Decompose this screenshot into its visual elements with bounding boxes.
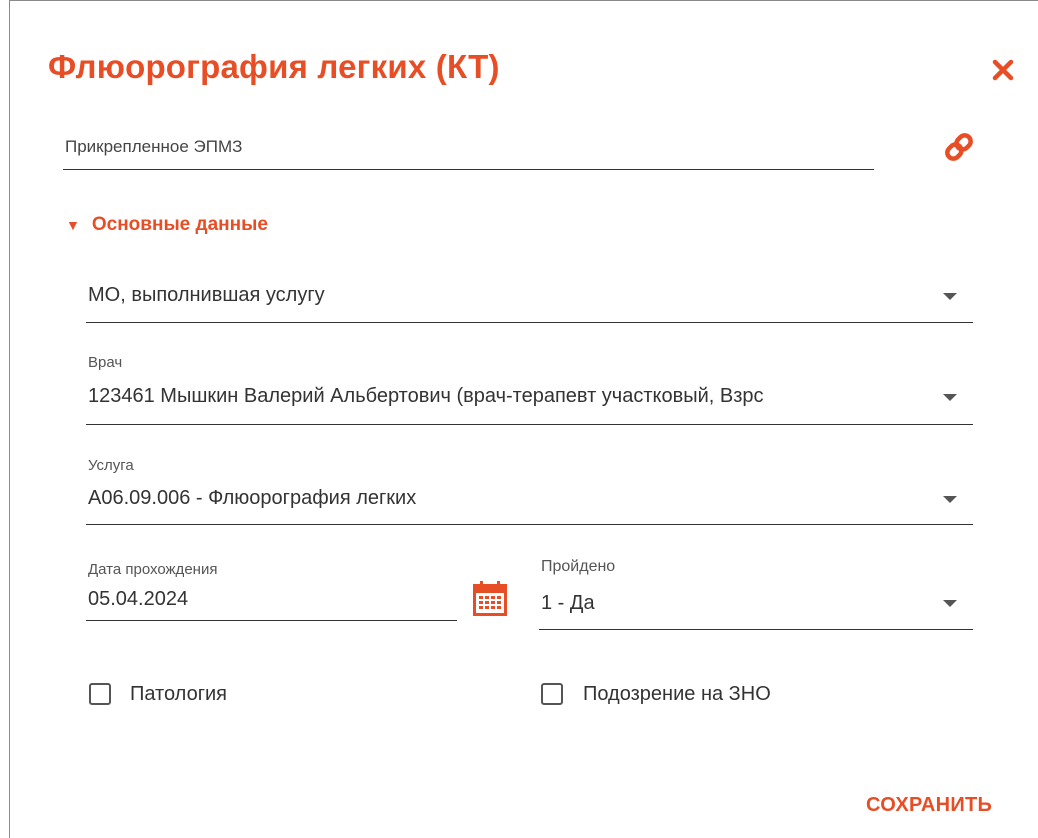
mo-select[interactable]: МО, выполнившая услугу bbox=[86, 272, 973, 323]
date-value: 05.04.2024 bbox=[88, 588, 189, 610]
chevron-down-icon bbox=[943, 293, 957, 300]
close-icon bbox=[992, 59, 1014, 81]
passed-value: 1 - Да bbox=[541, 592, 595, 614]
doctor-value: 123461 Мышкин Валерий Альбертович (врач-… bbox=[88, 385, 764, 407]
close-button[interactable] bbox=[990, 57, 1016, 83]
pathology-checkbox[interactable] bbox=[89, 683, 111, 705]
section-main-data-toggle[interactable]: ▼ Основные данные bbox=[66, 214, 268, 236]
calendar-icon bbox=[473, 581, 507, 616]
dialog-title: Флюорография легких (КТ) bbox=[48, 48, 500, 85]
service-value: A06.09.006 - Флюорография легких bbox=[88, 487, 417, 509]
passed-select[interactable]: Пройдено 1 - Да bbox=[539, 558, 973, 630]
chevron-down-icon bbox=[943, 394, 957, 401]
service-select[interactable]: Услуга A06.09.006 - Флюорография легких bbox=[86, 455, 973, 525]
doctor-select[interactable]: Врач 123461 Мышкин Валерий Альбертович (… bbox=[86, 352, 973, 425]
link-button[interactable] bbox=[942, 130, 976, 164]
zno-label: Подозрение на ЗНО bbox=[583, 683, 771, 705]
calendar-button[interactable] bbox=[471, 580, 509, 618]
link-icon bbox=[945, 133, 973, 161]
date-label: Дата прохождения bbox=[88, 561, 218, 578]
zno-checkbox[interactable] bbox=[541, 683, 563, 705]
service-label: Услуга bbox=[88, 457, 134, 474]
pathology-label: Патология bbox=[130, 683, 227, 705]
attached-epmz-field[interactable]: Прикрепленное ЭПМЗ bbox=[63, 135, 874, 170]
save-button[interactable]: СОХРАНИТЬ bbox=[866, 794, 992, 817]
date-input[interactable]: Дата прохождения 05.04.2024 bbox=[86, 558, 457, 621]
attached-epmz-label: Прикрепленное ЭПМЗ bbox=[65, 137, 243, 156]
section-title: Основные данные bbox=[91, 214, 268, 235]
mo-placeholder: МО, выполнившая услугу bbox=[88, 284, 325, 306]
chevron-down-icon bbox=[943, 600, 957, 607]
doctor-label: Врач bbox=[88, 354, 123, 371]
triangle-down-icon: ▼ bbox=[66, 217, 80, 233]
passed-label: Пройдено bbox=[541, 558, 616, 575]
chevron-down-icon bbox=[943, 496, 957, 503]
